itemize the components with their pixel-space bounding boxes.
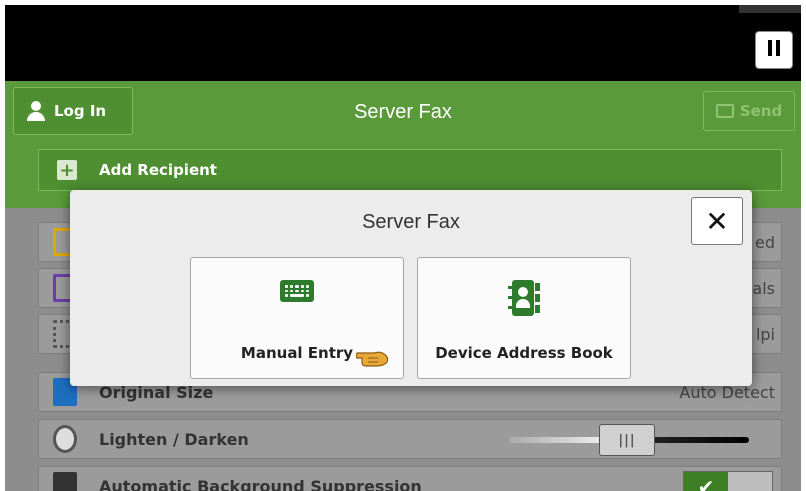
device-address-book-button[interactable]: Device Address Book	[417, 257, 631, 379]
keyboard-icon	[280, 280, 314, 302]
list-item-value: als	[752, 278, 775, 298]
top-bar	[5, 5, 801, 81]
send-label: Send	[739, 102, 783, 120]
list-item-label: Automatic Background Suppression	[99, 476, 422, 491]
background-suppression-toggle[interactable]: ✔	[683, 471, 773, 491]
list-item-lighten-darken[interactable]: Lighten / Darken |||	[38, 419, 782, 459]
close-icon: ✕	[705, 204, 729, 238]
device-address-book-label: Device Address Book	[435, 344, 613, 362]
top-bar-tab	[739, 5, 801, 13]
suppression-icon	[53, 472, 77, 491]
contrast-icon	[53, 425, 77, 453]
lighten-darken-slider-thumb[interactable]: |||	[599, 424, 655, 456]
app-header: Log In Server Fax Send	[5, 81, 801, 144]
list-item-value: lpi	[755, 324, 775, 344]
page-title: Server Fax	[354, 101, 452, 123]
pause-icon	[766, 40, 782, 60]
close-button[interactable]: ✕	[691, 197, 743, 245]
add-recipient-button[interactable]: + Add Recipient	[38, 149, 782, 191]
list-item-value: ed	[755, 232, 775, 252]
dialog-title: Server Fax	[362, 211, 460, 233]
add-recipient-label: Add Recipient	[99, 161, 217, 179]
server-fax-dialog: Server Fax ✕ Manual Entry Device Address…	[70, 190, 752, 386]
address-book-icon	[508, 280, 540, 316]
plus-icon: +	[57, 160, 77, 181]
send-icon	[715, 104, 734, 118]
list-item-background-suppression[interactable]: Automatic Background Suppression ✔	[38, 466, 782, 491]
send-button[interactable]: Send	[703, 91, 795, 131]
pause-button[interactable]	[755, 31, 793, 69]
checkmark-icon: ✔	[684, 472, 728, 491]
pointer-hand-icon	[356, 351, 389, 367]
